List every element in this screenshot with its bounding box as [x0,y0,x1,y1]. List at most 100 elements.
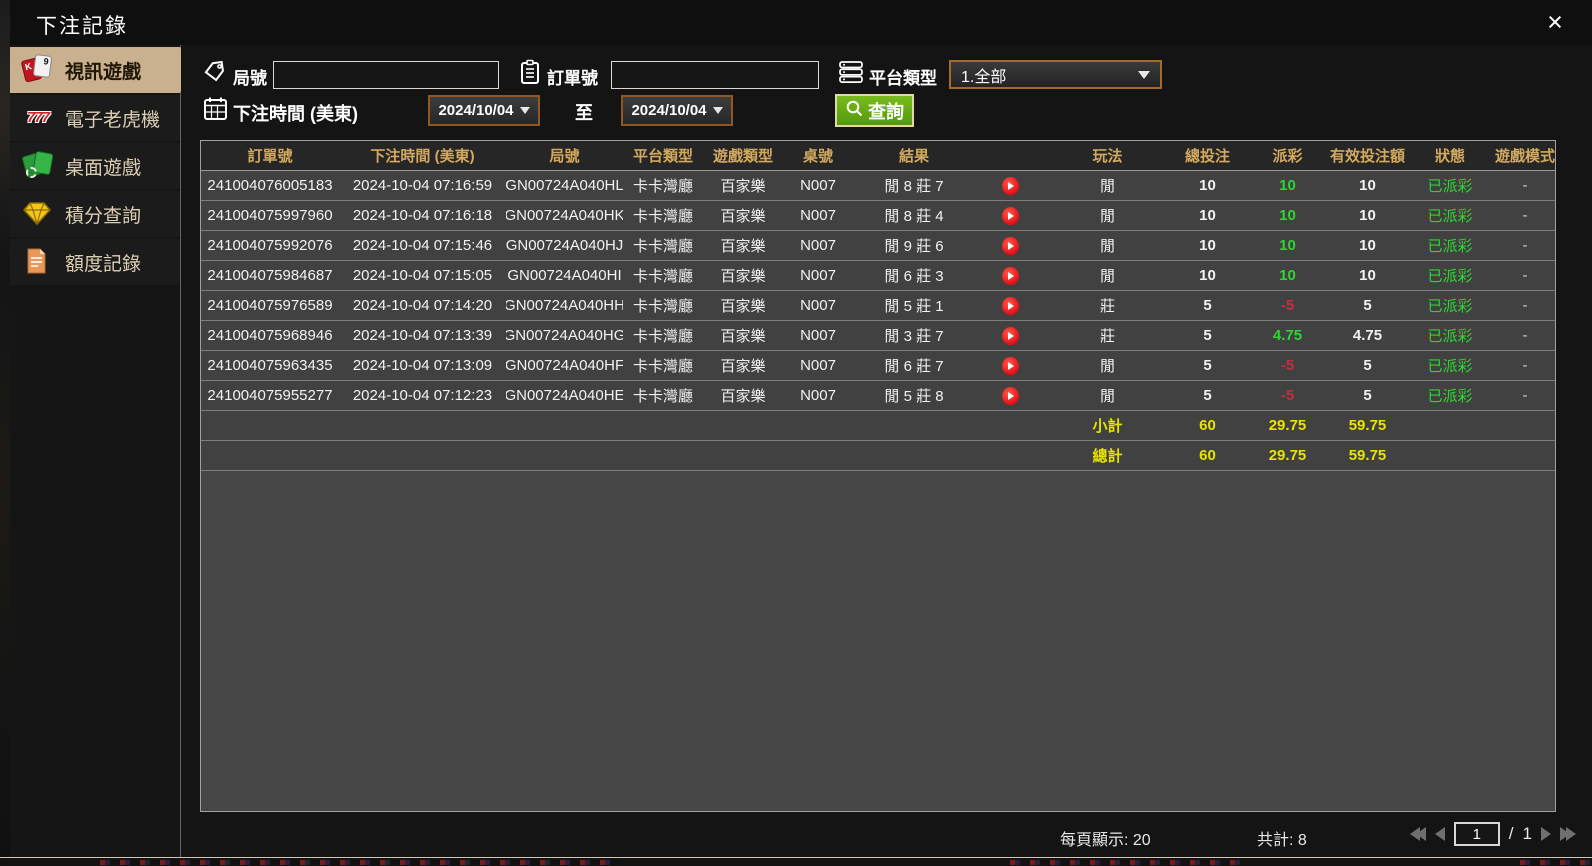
cell-game-mode: - [1522,267,1528,284]
cell-total-bet: 10 [1199,177,1216,194]
cell-game-mode: - [1522,387,1528,404]
cell-result: 閒 9 莊 6 [884,238,944,255]
cell-platform: 卡卡灣廳 [632,238,693,255]
cell-bet-time: 2024-10-04 07:13:09 [352,357,493,374]
cell-status: 已派彩 [1427,388,1473,405]
cell-valid-bet: 10 [1359,207,1376,224]
empty-cell [975,441,1045,470]
cell-status: 已派彩 [1427,238,1473,255]
cell-total-bet: 10 [1199,267,1216,284]
cell-platform: 卡卡灣廳 [632,178,693,195]
cell-order-no: 241004075955277 [207,387,333,404]
order-input[interactable] [611,61,819,89]
page-title: 下注記錄 [36,15,128,38]
platform-select[interactable]: 1.全部 [949,60,1162,89]
replay-icon[interactable] [1001,176,1019,195]
cell-play-method: 莊 [1099,328,1115,345]
cell-replay [975,291,1045,320]
last-page-icon[interactable] [1560,827,1576,841]
sidebar-menu: K9 視訊遊戲 777 電子老虎機 桌面遊戲 積分查詢 額度記錄 [10,47,194,287]
cell-round-no: GN00724A040HK [506,207,623,224]
cell-round-no: GN00724A040HL [506,177,623,194]
cell-status: 已派彩 [1427,358,1473,375]
cell-valid-bet: 10 [1359,237,1376,254]
next-page-icon[interactable] [1541,827,1551,841]
cell-platform: 卡卡灣廳 [632,328,693,345]
sidebar-item-label: 桌面遊戲 [65,157,142,179]
sidebar-item-credit-records[interactable]: 額度記錄 [10,239,180,285]
replay-icon[interactable] [1001,236,1019,255]
chevron-down-icon [519,107,530,114]
cell-status: 已派彩 [1427,298,1473,315]
cell-play-method: 閒 [1099,238,1115,255]
empty-cell [1405,411,1495,440]
round-input[interactable] [273,61,499,89]
replay-icon[interactable] [1001,266,1019,285]
replay-icon[interactable] [1001,356,1019,375]
cell-payout: -5 [1280,357,1295,374]
cell-valid-bet: 10 [1359,267,1376,284]
bet-time-label: 下注時間 (美東) [233,104,358,124]
cell-order-no: 241004075984687 [207,267,333,284]
cell-table-no: N007 [800,357,836,374]
table-row: 241004076005183 2024-10-04 07:16:59 GN0072… [201,171,1555,201]
cell-game-mode: - [1522,177,1528,194]
total-row: 總計 60 29.75 59.75 [201,441,1555,471]
cell-status: 已派彩 [1427,178,1473,195]
cell-platform: 卡卡灣廳 [632,388,693,405]
empty-cell [703,441,783,470]
total-valid-bet: 59.75 [1348,447,1387,464]
empty-cell [339,441,506,470]
empty-cell [506,441,623,470]
first-page-icon[interactable] [1409,827,1426,841]
sidebar-item-label: 積分查詢 [65,205,142,227]
replay-icon[interactable] [1001,326,1019,345]
credit-record-icon [22,247,54,277]
table-row: 241004075992076 2024-10-04 07:15:46 GN0072… [201,231,1555,261]
cell-game-type: 百家樂 [720,208,766,225]
sidebar-item-points[interactable]: 積分查詢 [10,191,180,237]
cell-play-method: 閒 [1099,268,1115,285]
cell-bet-time: 2024-10-04 07:14:20 [352,297,493,314]
cell-total-bet: 5 [1203,297,1212,314]
table-row: 241004075963435 2024-10-04 07:13:09 GN0072… [201,351,1555,381]
cell-order-no: 241004075976589 [207,297,333,314]
cell-platform: 卡卡灣廳 [632,298,693,315]
tag-icon [203,60,227,89]
header-cell: 平台類型 [632,148,693,165]
table-row: 241004075955277 2024-10-04 07:12:23 GN0072… [201,381,1555,411]
replay-icon[interactable] [1001,296,1019,315]
prev-page-icon[interactable] [1434,827,1445,841]
empty-cell [339,411,506,440]
sidebar-item-label: 額度記錄 [65,253,142,275]
replay-icon[interactable] [1001,206,1019,225]
close-icon[interactable]: × [1540,8,1570,38]
cell-play-method: 閒 [1099,388,1115,405]
date-from-select[interactable]: 2024/10/04 [428,95,540,126]
cell-game-type: 百家樂 [720,358,766,375]
empty-cell [703,411,783,440]
table-empty-area [201,471,1555,811]
replay-icon[interactable] [1001,386,1019,405]
cell-round-no: GN00724A040HG [506,327,623,344]
points-gem-icon [22,199,54,229]
sidebar-item-video-games[interactable]: K9 視訊遊戲 [10,47,194,93]
cell-total-bet: 10 [1199,237,1216,254]
header-cell: 訂單號 [247,148,293,165]
total-count-text: 共計: 8 [1257,832,1307,849]
cell-payout: 4.75 [1272,327,1303,344]
page-number-input[interactable] [1453,822,1500,846]
cell-order-no: 241004075997960 [207,207,333,224]
cell-platform: 卡卡灣廳 [632,208,693,225]
cell-payout: 10 [1279,267,1296,284]
header-cell [975,141,1045,170]
cell-total-bet: 10 [1199,207,1216,224]
cell-valid-bet: 4.75 [1352,327,1383,344]
background-detail [1520,860,1592,865]
sidebar-item-table-games[interactable]: 桌面遊戲 [10,143,180,189]
date-to-select[interactable]: 2024/10/04 [621,95,733,126]
empty-cell [201,441,339,470]
search-button[interactable]: 查詢 [835,94,914,127]
sidebar-item-label: 電子老虎機 [65,109,161,131]
sidebar-item-slots[interactable]: 777 電子老虎機 [10,95,180,141]
